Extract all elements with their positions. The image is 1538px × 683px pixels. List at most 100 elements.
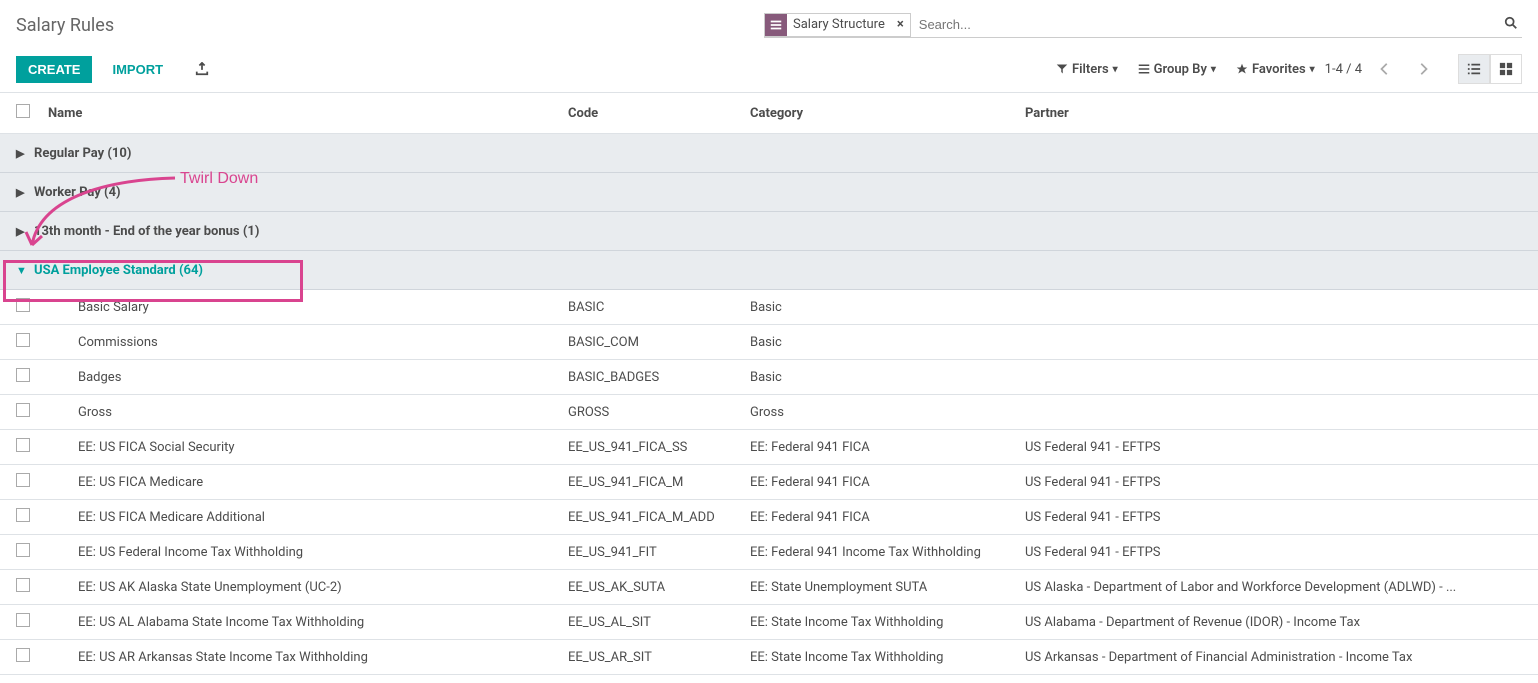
table-row[interactable]: EE: US FICA Social SecurityEE_US_941_FIC… [0,430,1538,465]
row-checkbox[interactable] [16,543,30,557]
caret-down-icon: ▾ [1113,64,1118,75]
cell-code: EE_US_AL_SIT [568,615,750,630]
cell-code: BASIC_COM [568,335,750,350]
group-row[interactable]: ▶ Worker Pay (4) [0,173,1538,212]
cell-name: EE: US AK Alaska State Unemployment (UC-… [48,580,568,595]
group-row[interactable]: ▼ USA Employee Standard (64) [0,251,1538,290]
row-checkbox[interactable] [16,333,30,347]
filters-label: Filters [1072,62,1109,77]
cell-partner: US Federal 941 - EFTPS [1025,545,1522,560]
caret-right-icon: ▶ [16,186,28,199]
cell-name: EE: US FICA Medicare Additional [48,510,568,525]
pager-text[interactable]: 1-4 / 4 [1325,62,1362,77]
table-row[interactable]: EE: US AR Arkansas State Income Tax With… [0,640,1538,675]
table-row[interactable]: Basic SalaryBASICBasic [0,290,1538,325]
import-button[interactable]: IMPORT [100,56,175,83]
column-header-partner[interactable]: Partner [1025,106,1522,121]
row-checkbox[interactable] [16,508,30,522]
cell-code: EE_US_941_FICA_SS [568,440,750,455]
search-input[interactable] [911,13,1500,36]
cell-category: EE: Federal 941 FICA [750,475,1025,490]
export-button[interactable] [189,56,215,82]
row-checkbox[interactable] [16,578,30,592]
cell-code: EE_US_941_FICA_M_ADD [568,510,750,525]
table-row[interactable]: BadgesBASIC_BADGESBasic [0,360,1538,395]
cell-name: EE: US AR Arkansas State Income Tax With… [48,650,568,665]
cell-partner: US Federal 941 - EFTPS [1025,440,1522,455]
table-row[interactable]: EE: US AK Alaska State Unemployment (UC-… [0,570,1538,605]
caret-down-icon: ▾ [1310,64,1315,75]
cell-partner: US Federal 941 - EFTPS [1025,475,1522,490]
caret-down-icon: ▾ [1211,64,1216,75]
table-row[interactable]: CommissionsBASIC_COMBasic [0,325,1538,360]
cell-category: Basic [750,335,1025,350]
cell-code: EE_US_941_FICA_M [568,475,750,490]
column-header-category[interactable]: Category [750,106,1025,121]
cell-category: Basic [750,370,1025,385]
group-label: USA Employee Standard (64) [34,263,203,278]
list-view: Name Code Category Partner ▶ Regular Pay … [0,92,1538,675]
facet-label: Salary Structure [787,17,891,32]
search-facet[interactable]: Salary Structure × [764,13,911,37]
cell-name: EE: US AL Alabama State Income Tax Withh… [48,615,568,630]
prev-page-button[interactable] [1370,54,1400,84]
cell-name: EE: US Federal Income Tax Withholding [48,545,568,560]
row-checkbox[interactable] [16,613,30,627]
cell-code: EE_US_AK_SUTA [568,580,750,595]
cell-partner: US Alabama - Department of Revenue (IDOR… [1025,615,1522,630]
favorites-label: Favorites [1252,62,1306,77]
group-label: Regular Pay (10) [34,146,131,161]
group-row[interactable]: ▶ 13th month - End of the year bonus (1) [0,212,1538,251]
row-checkbox[interactable] [16,403,30,417]
caret-right-icon: ▶ [16,225,28,238]
table-row[interactable]: EE: US AL Alabama State Income Tax Withh… [0,605,1538,640]
cell-category: Basic [750,300,1025,315]
row-checkbox[interactable] [16,298,30,312]
cell-partner: US Federal 941 - EFTPS [1025,510,1522,525]
cell-category: EE: Federal 941 FICA [750,510,1025,525]
next-page-button[interactable] [1408,54,1438,84]
row-checkbox[interactable] [16,438,30,452]
list-view-button[interactable] [1458,54,1490,84]
table-row[interactable]: GrossGROSSGross [0,395,1538,430]
cell-category: EE: State Unemployment SUTA [750,580,1025,595]
cell-partner: US Alaska - Department of Labor and Work… [1025,580,1522,595]
row-checkbox[interactable] [16,368,30,382]
groupby-dropdown[interactable]: Group By ▾ [1128,56,1226,83]
cell-name: Badges [48,370,568,385]
row-checkbox[interactable] [16,473,30,487]
caret-down-icon: ▼ [16,264,28,277]
search-bar[interactable]: Salary Structure × [764,13,1522,38]
cell-name: EE: US FICA Social Security [48,440,568,455]
search-icon[interactable] [1500,16,1522,34]
table-row[interactable]: EE: US FICA Medicare AdditionalEE_US_941… [0,500,1538,535]
bars-icon [765,14,787,36]
cell-category: EE: State Income Tax Withholding [750,615,1025,630]
select-all-checkbox[interactable] [16,104,30,118]
group-row[interactable]: ▶ Regular Pay (10) [0,134,1538,173]
cell-code: EE_US_941_FIT [568,545,750,560]
create-button[interactable]: CREATE [16,56,92,83]
cell-name: Commissions [48,335,568,350]
column-header-name[interactable]: Name [48,106,568,121]
cell-code: GROSS [568,405,750,420]
favorites-dropdown[interactable]: Favorites ▾ [1226,56,1325,83]
group-label: 13th month - End of the year bonus (1) [34,224,259,239]
group-label: Worker Pay (4) [34,185,121,200]
groupby-label: Group By [1154,62,1207,77]
table-row[interactable]: EE: US FICA MedicareEE_US_941_FICA_MEE: … [0,465,1538,500]
page-title: Salary Rules [16,15,114,36]
caret-right-icon: ▶ [16,147,28,160]
cell-name: Gross [48,405,568,420]
column-header-code[interactable]: Code [568,106,750,121]
cell-code: BASIC_BADGES [568,370,750,385]
filters-dropdown[interactable]: Filters ▾ [1046,56,1128,83]
cell-name: EE: US FICA Medicare [48,475,568,490]
row-checkbox[interactable] [16,648,30,662]
facet-remove-icon[interactable]: × [891,17,910,32]
cell-name: Basic Salary [48,300,568,315]
cell-category: EE: Federal 941 FICA [750,440,1025,455]
table-row[interactable]: EE: US Federal Income Tax WithholdingEE_… [0,535,1538,570]
kanban-view-button[interactable] [1490,54,1522,84]
cell-code: BASIC [568,300,750,315]
